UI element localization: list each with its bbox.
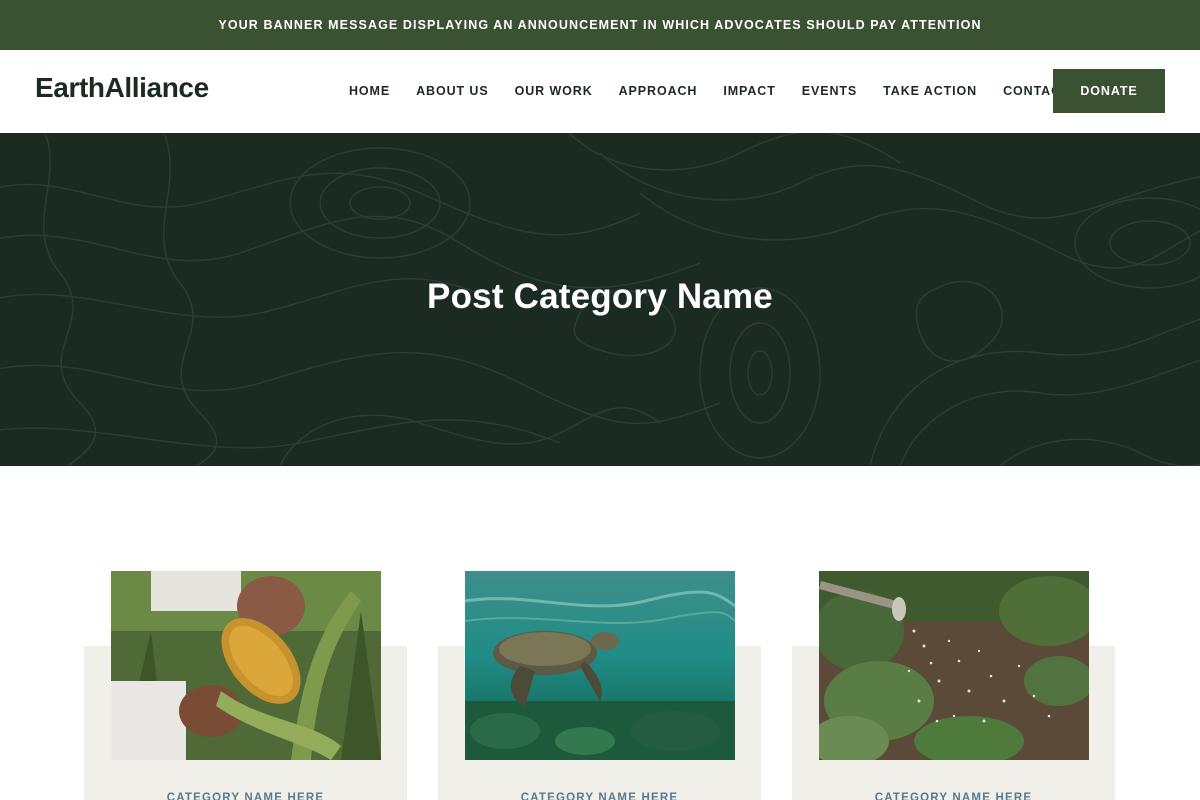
nav-our-work[interactable]: OUR WORK [515, 84, 593, 98]
donate-button[interactable]: DONATE [1053, 69, 1165, 113]
post-image-corn[interactable] [111, 571, 381, 760]
nav-take-action[interactable]: TAKE ACTION [883, 84, 977, 98]
garden-watering-illustration [819, 571, 1089, 760]
corn-harvest-illustration [111, 571, 381, 760]
nav-about-us[interactable]: ABOUT US [416, 84, 488, 98]
nav-approach[interactable]: APPROACH [619, 84, 698, 98]
nav-impact[interactable]: IMPACT [723, 84, 775, 98]
post-category-label[interactable]: CATEGORY NAME HERE [792, 792, 1115, 800]
site-logo[interactable]: EarthAlliance [35, 72, 209, 104]
post-image-turtle[interactable] [465, 571, 735, 760]
hero-section: Post Category Name [0, 133, 1200, 466]
banner-message: YOUR BANNER MESSAGE DISPLAYING AN ANNOUN… [218, 18, 982, 32]
post-category-label[interactable]: CATEGORY NAME HERE [438, 792, 761, 800]
post-image-garden[interactable] [819, 571, 1089, 760]
nav-events[interactable]: EVENTS [802, 84, 857, 98]
sea-turtle-illustration [465, 571, 735, 760]
post-category-label[interactable]: CATEGORY NAME HERE [84, 792, 407, 800]
page-title: Post Category Name [427, 277, 773, 316]
main-nav: HOME ABOUT US OUR WORK APPROACH IMPACT E… [337, 80, 1096, 102]
nav-home[interactable]: HOME [349, 84, 390, 98]
announcement-banner: YOUR BANNER MESSAGE DISPLAYING AN ANNOUN… [0, 0, 1200, 50]
site-header: EarthAlliance HOME ABOUT US OUR WORK APP… [0, 50, 1200, 133]
